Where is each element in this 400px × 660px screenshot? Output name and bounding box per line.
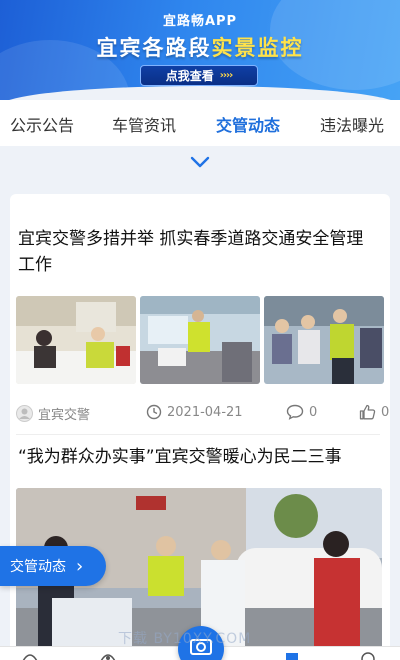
expand-strip[interactable] — [0, 146, 400, 182]
comment-button[interactable]: 0 — [286, 404, 317, 420]
article-title[interactable]: “我为群众办实事”宜宾交警暖心为民二三事 — [18, 444, 380, 470]
article-thumbnails[interactable] — [16, 296, 384, 384]
profile-icon[interactable] — [360, 651, 376, 660]
article-title[interactable]: 宜宾交警多措并举 抓实春季道路交通安全管理工作 — [18, 226, 380, 278]
comment-count: 0 — [309, 404, 318, 420]
avatar-icon — [16, 405, 33, 422]
news-card: 宜宾交警多措并举 抓实春季道路交通安全管理工作 宜宾交警 2021-04-21 … — [10, 194, 390, 660]
chevron-down-icon[interactable] — [190, 155, 210, 169]
tab-vehicle-news[interactable]: 车管资讯 — [112, 112, 176, 136]
source-name: 宜宾交警 — [38, 408, 91, 423]
watermark: 下载 BY10XY.COM — [118, 631, 252, 647]
like-count: 0 — [381, 404, 390, 420]
banner-headline: 宜宾各路段实景监控 — [96, 36, 304, 60]
divider — [16, 434, 380, 435]
tab-violations[interactable]: 违法曝光 — [320, 112, 384, 136]
article-date: 2021-04-21 — [146, 404, 243, 420]
thumbnail-image — [16, 296, 136, 384]
like-button[interactable]: 0 — [359, 404, 389, 420]
view-now-button[interactable]: 点我查看 ›››› — [140, 65, 258, 86]
news-icon[interactable] — [284, 651, 300, 660]
chevron-right-icon: › — [76, 555, 84, 577]
arrows-icon: ›››› — [219, 70, 234, 81]
view-now-label: 点我查看 — [165, 69, 214, 83]
article-meta: 宜宾交警 2021-04-21 0 0 — [16, 404, 389, 426]
news-feed: 宜宾交警多措并举 抓实春季道路交通安全管理工作 宜宾交警 2021-04-21 … — [0, 182, 400, 660]
date-text: 2021-04-21 — [167, 404, 243, 420]
clock-icon — [146, 404, 162, 420]
article-source[interactable]: 宜宾交警 — [16, 404, 90, 423]
home-icon[interactable] — [22, 651, 38, 660]
banner-app-title: 宜路畅APP — [162, 14, 238, 29]
tab-traffic-updates[interactable]: 交管动态 — [216, 112, 280, 136]
thumbnail-image — [264, 296, 384, 384]
live-monitor-banner[interactable]: 宜路畅APP 宜宾各路段实景监控 点我查看 ›››› — [0, 0, 400, 100]
floating-button-label: 交管动态 — [10, 559, 66, 575]
thumbnail-image — [140, 296, 260, 384]
traffic-updates-floating-button[interactable]: 交管动态 › — [0, 546, 106, 586]
thumbs-up-icon — [359, 404, 376, 420]
compass-icon[interactable] — [100, 651, 116, 660]
tab-announcements[interactable]: 公示公告 — [10, 112, 74, 136]
comment-icon — [286, 404, 304, 420]
category-tabs: 公示公告 车管资讯 交管动态 违法曝光 — [0, 100, 400, 146]
